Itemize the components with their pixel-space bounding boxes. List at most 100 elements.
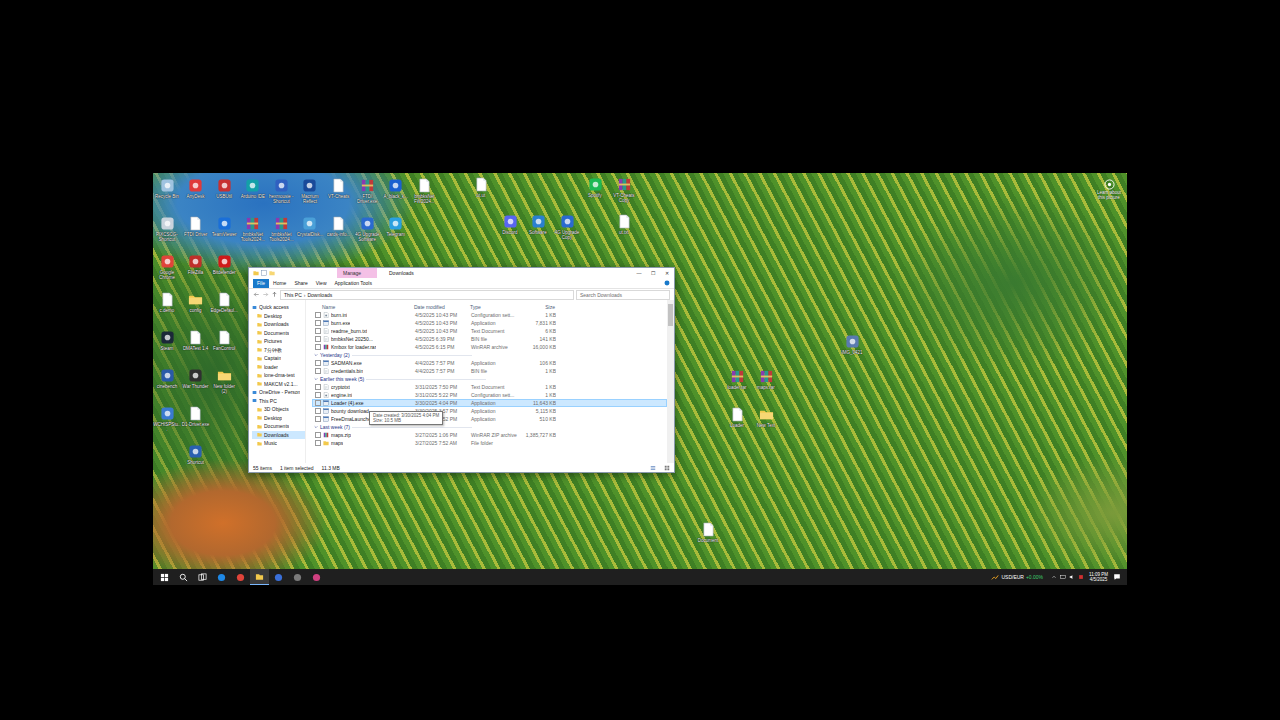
desktop-icon[interactable]: bmbksNet Tools2024...: [239, 214, 267, 252]
file-row[interactable]: SADMAN.exe 4/4/2025 7:57 PM Application …: [312, 359, 667, 367]
ribbon-tab[interactable]: Home: [269, 280, 290, 286]
desktop-icon[interactable]: Document: [694, 520, 722, 558]
desktop-icon[interactable]: DMATest 1.4: [182, 328, 210, 366]
taskbar-item[interactable]: [307, 569, 326, 585]
desktop-icon[interactable]: New folder (2): [210, 366, 238, 404]
new-folder-icon[interactable]: [269, 270, 275, 276]
desktop-icon[interactable]: bmbksNet FW2024...: [410, 176, 438, 214]
row-checkbox[interactable]: [315, 344, 321, 350]
desktop-icon[interactable]: FanControl: [210, 328, 238, 366]
desktop-icon[interactable]: USBUtil: [210, 176, 238, 214]
file-row[interactable]: credentials.bin 4/4/2025 7:57 PM BIN fil…: [312, 367, 667, 375]
app-tray-icon[interactable]: [1078, 574, 1084, 580]
ribbon-tab[interactable]: Share: [290, 280, 311, 286]
back-arrow-icon[interactable]: [253, 291, 260, 298]
breadcrumb[interactable]: Downloads: [307, 292, 332, 298]
row-checkbox[interactable]: [315, 360, 321, 366]
breadcrumb[interactable]: This PC: [284, 292, 302, 298]
taskbar-item[interactable]: [174, 569, 193, 585]
taskbar-item[interactable]: [269, 569, 288, 585]
file-row[interactable]: bmbksNet 20250... 4/5/2025 6:39 PM BIN f…: [312, 335, 667, 343]
desktop-icon[interactable]: A_black_k...: [382, 176, 410, 214]
desktop-icon[interactable]: Telegram: [382, 214, 410, 252]
desktop-icon[interactable]: hexmousie - Shortcut: [267, 176, 295, 214]
desktop-icon[interactable]: bmbksNet Tools2024...: [267, 214, 295, 252]
desktop-icon[interactable]: WCHISPStu...: [153, 404, 181, 442]
desktop-icon[interactable]: D1-Driver.exe: [182, 404, 210, 442]
desktop-icon[interactable]: TeamViewer: [210, 214, 238, 252]
nav-item[interactable]: MAKCM v2.1...: [252, 380, 305, 389]
taskbar-item[interactable]: [288, 569, 307, 585]
desktop-icon[interactable]: cards-info...: [325, 214, 353, 252]
desktop-icon[interactable]: Recycle Bin: [153, 176, 181, 214]
desktop-icon[interactable]: Arduino IDE: [239, 176, 267, 214]
row-checkbox[interactable]: [315, 400, 321, 406]
row-checkbox[interactable]: [315, 328, 321, 334]
file-row[interactable]: engine.ini 3/31/2025 5:22 PM Configurati…: [312, 391, 667, 399]
taskbar-item[interactable]: [231, 569, 250, 585]
nav-item[interactable]: lone-dma-test: [252, 371, 305, 380]
file-row[interactable]: Kmbox for loader.rar 4/5/2025 6:15 PM Wi…: [312, 343, 667, 351]
row-checkbox[interactable]: [315, 408, 321, 414]
desktop-icon[interactable]: CrystalDisk...: [296, 214, 324, 252]
network-icon[interactable]: [1060, 574, 1066, 580]
row-checkbox[interactable]: [315, 416, 321, 422]
nav-item[interactable]: loader: [252, 363, 305, 372]
file-row[interactable]: readme_burn.txt 4/5/2025 10:43 PM Text D…: [312, 327, 667, 335]
window-control[interactable]: —: [632, 270, 646, 276]
file-row[interactable]: burn.ini 4/5/2025 10:43 PM Configuration…: [312, 311, 667, 319]
row-checkbox[interactable]: [315, 320, 321, 326]
nav-item[interactable]: Documents: [252, 422, 305, 431]
scrollbar[interactable]: [667, 300, 674, 463]
taskbar-item[interactable]: [193, 569, 212, 585]
desktop-icon[interactable]: EdgeDefaul...: [210, 290, 238, 328]
nav-item[interactable]: Captain: [252, 354, 305, 363]
properties-icon[interactable]: [261, 270, 267, 276]
file-row[interactable]: burn.exe 4/5/2025 10:43 PM Application 7…: [312, 319, 667, 327]
window-control[interactable]: ✕: [660, 270, 674, 276]
desktop-icon[interactable]: Bitdefender: [210, 252, 238, 290]
ribbon-tab[interactable]: Application Tools: [331, 280, 376, 286]
show-hidden-icons-icon[interactable]: [1051, 574, 1057, 580]
file-row[interactable]: maps.zip 3/27/2025 1:06 PM WinRAR ZIP ar…: [312, 431, 667, 439]
taskbar-item[interactable]: [212, 569, 231, 585]
nav-item[interactable]: OneDrive - Person: [252, 388, 305, 397]
nav-item[interactable]: 3D Objects: [252, 405, 305, 414]
tiles-view-icon[interactable]: [664, 465, 670, 471]
desktop-icon[interactable]: Macrium Reflect: [296, 176, 324, 214]
desktop-icon[interactable]: FTDI Driver: [182, 214, 210, 252]
up-arrow-icon[interactable]: [271, 291, 278, 298]
desktop-icon[interactable]: cinebench: [153, 366, 181, 404]
column-header[interactable]: Size: [519, 304, 555, 310]
nav-item[interactable]: Documents: [252, 329, 305, 338]
window-control[interactable]: ☐: [646, 270, 660, 276]
desktop-icon[interactable]: 4G Upgrade Software: [353, 214, 381, 252]
group-header[interactable]: Yesterday (2): [312, 351, 667, 359]
nav-item[interactable]: Desktop: [252, 414, 305, 423]
search-field[interactable]: Search Downloads: [576, 290, 670, 300]
desktop-icon[interactable]: IMG_0421: [838, 332, 866, 370]
nav-item[interactable]: This PC: [252, 397, 305, 406]
nav-item[interactable]: Quick access: [252, 303, 305, 312]
nav-item[interactable]: Downloads: [252, 431, 305, 440]
scrollbar-thumb[interactable]: [668, 304, 673, 326]
column-header[interactable]: Type: [469, 304, 519, 310]
clock[interactable]: 11:09 PM 4/5/2025: [1089, 572, 1108, 582]
desktop-icon[interactable]: AnyDesk: [182, 176, 210, 214]
group-header[interactable]: Earlier this week (5): [312, 375, 667, 383]
row-checkbox[interactable]: [315, 312, 321, 318]
column-header[interactable]: Date modified: [413, 304, 469, 310]
nav-item[interactable]: Pictures: [252, 337, 305, 346]
desktop-icon[interactable]: Spotify: [581, 175, 609, 213]
group-header[interactable]: Last week (7): [312, 423, 667, 431]
row-checkbox[interactable]: [315, 432, 321, 438]
row-checkbox[interactable]: [315, 336, 321, 342]
column-header[interactable]: Name: [321, 304, 413, 310]
forward-arrow-icon[interactable]: [262, 291, 269, 298]
desktop-icon[interactable]: FTDI Driver.exe: [353, 176, 381, 214]
desktop-icon[interactable]: FileZilla: [182, 252, 210, 290]
taskbar-item[interactable]: [250, 569, 269, 585]
details-view-icon[interactable]: [650, 465, 656, 471]
desktop-icon[interactable]: Shortcut: [182, 442, 210, 480]
help-icon[interactable]: [664, 280, 670, 286]
